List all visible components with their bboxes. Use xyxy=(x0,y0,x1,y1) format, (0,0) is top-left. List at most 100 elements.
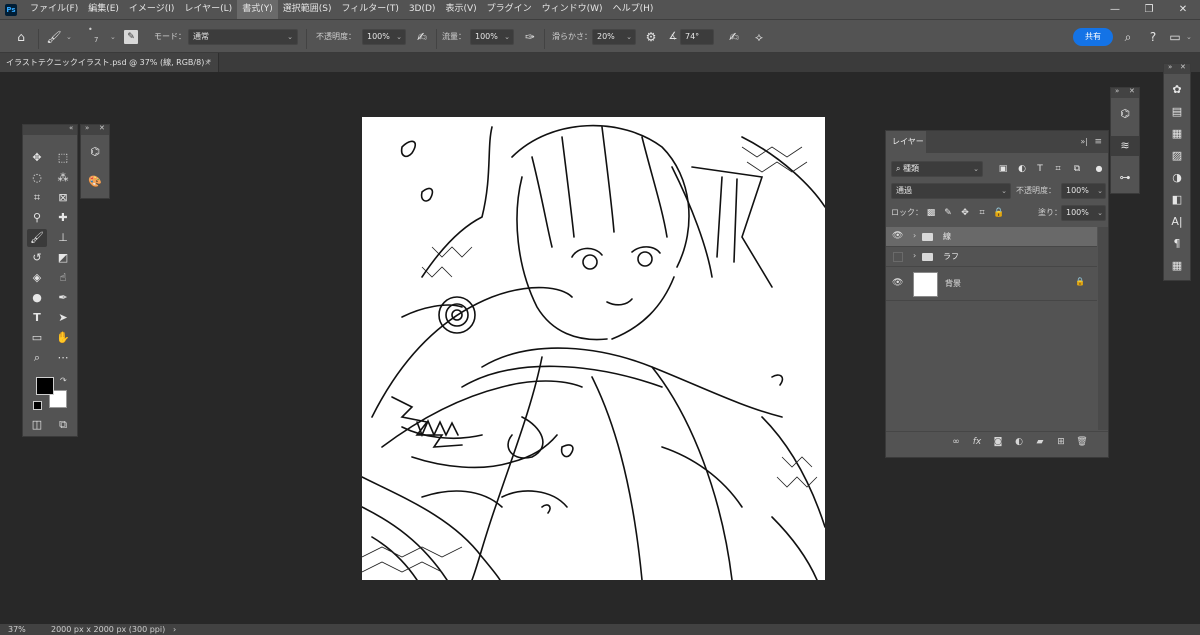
workspace-icon[interactable]: ▭ xyxy=(1166,29,1184,45)
menu-layer[interactable]: レイヤー(L) xyxy=(179,0,237,19)
canvas[interactable] xyxy=(362,117,825,580)
expand-icon[interactable]: » xyxy=(1115,87,1119,95)
eye-icon[interactable]: 👁 xyxy=(892,278,903,288)
fill-field[interactable]: 100% ⌄ xyxy=(1061,205,1106,221)
zoom-level[interactable]: 37% xyxy=(8,624,26,635)
pressure-size-icon[interactable]: ✍ xyxy=(725,29,743,45)
close-window-button[interactable]: ✕ xyxy=(1166,0,1200,19)
hand-tool-icon[interactable]: ✋ xyxy=(53,329,73,347)
menu-file[interactable]: ファイル(F) xyxy=(25,0,83,19)
close-icon[interactable]: ✕ xyxy=(1129,87,1135,95)
dodge-tool-icon[interactable]: ● xyxy=(27,289,47,307)
restore-button[interactable]: ❐ xyxy=(1132,0,1166,19)
filter-pixel-icon[interactable]: ▣ xyxy=(994,161,1012,177)
table-icon[interactable]: ▦ xyxy=(1164,256,1190,276)
healing-brush-tool-icon[interactable]: ✚ xyxy=(53,209,73,227)
default-colors-icon[interactable] xyxy=(33,401,42,410)
document-tab[interactable]: イラストテクニックイラスト.psd @ 37% (線, RGB/8) * × xyxy=(0,53,219,72)
opacity-field[interactable]: 100% ⌄ xyxy=(362,29,406,45)
panel-menu-icon[interactable]: ≡ xyxy=(1094,131,1102,153)
pressure-opacity-icon[interactable]: ✍ xyxy=(413,29,431,45)
filter-shape-icon[interactable]: ⌗ xyxy=(1049,161,1067,177)
history-brush-tool-icon[interactable]: ↺ xyxy=(27,249,47,267)
lasso-tool-icon[interactable]: ◌ xyxy=(27,169,47,187)
type-tool-icon[interactable]: T xyxy=(27,309,47,327)
brush-tool-preset-icon[interactable]: 🖌 xyxy=(45,29,63,45)
chevron-down-icon[interactable]: ⌄ xyxy=(66,33,72,41)
path-selection-tool-icon[interactable]: ➤ xyxy=(53,309,73,327)
close-icon[interactable]: ✕ xyxy=(1180,63,1186,71)
brush-settings-icon[interactable]: ⌬ xyxy=(81,142,109,162)
panel-dock-header[interactable]: » ✕ xyxy=(1111,87,1139,98)
tools-panel-header[interactable]: « xyxy=(23,124,77,135)
foreground-color-swatch[interactable] xyxy=(36,377,54,395)
collapse-icon[interactable]: « xyxy=(69,124,73,132)
lock-transparent-icon[interactable]: ▩ xyxy=(922,205,940,221)
panel-dock-header[interactable]: » ✕ xyxy=(1164,63,1190,74)
new-layer-icon[interactable]: ⊞ xyxy=(1054,437,1068,447)
close-icon[interactable]: × xyxy=(204,53,211,72)
symmetry-butterfly-icon[interactable]: ⟡ xyxy=(750,29,768,45)
home-icon[interactable]: ⌂ xyxy=(12,29,30,45)
swap-colors-icon[interactable]: ↷ xyxy=(60,376,67,385)
menu-plugins[interactable]: プラグイン xyxy=(482,0,537,19)
flow-field[interactable]: 100% ⌄ xyxy=(470,29,514,45)
paragraph-icon[interactable]: ¶ xyxy=(1164,234,1190,254)
brush-settings-icon[interactable]: ⌬ xyxy=(1111,104,1139,124)
link-layers-icon[interactable]: ∞ xyxy=(949,437,963,447)
mode-select[interactable]: 通常 ⌄ xyxy=(188,29,298,45)
rectangle-tool-icon[interactable]: ▭ xyxy=(27,329,47,347)
lock-artboard-icon[interactable]: ⌗ xyxy=(973,205,991,221)
minimize-button[interactable]: — xyxy=(1098,0,1132,19)
magic-wand-tool-icon[interactable]: ⁂ xyxy=(53,169,73,187)
chevron-right-icon[interactable]: › xyxy=(173,624,176,635)
visibility-toggle[interactable] xyxy=(893,252,903,262)
collapse-icon[interactable]: »| xyxy=(1080,131,1088,153)
zoom-tool-icon[interactable]: ⌕ xyxy=(27,349,47,367)
menu-3d[interactable]: 3D(D) xyxy=(404,0,441,19)
layer-filter-select[interactable]: ⌕ 種類 ⌄ xyxy=(891,161,983,177)
adjustment-layer-icon[interactable]: ◐ xyxy=(1012,437,1026,447)
pen-tool-icon[interactable]: ✒ xyxy=(53,289,73,307)
expand-icon[interactable]: » xyxy=(85,124,89,132)
more-tools-icon[interactable]: ⋯ xyxy=(53,349,73,367)
screen-mode-icon[interactable]: ⧉ xyxy=(53,416,73,434)
filter-smart-object-icon[interactable]: ⧉ xyxy=(1068,161,1086,177)
brush-dot-icon[interactable]: • xyxy=(88,22,93,38)
share-button[interactable]: 共有 xyxy=(1073,28,1113,46)
menu-window[interactable]: ウィンドウ(W) xyxy=(537,0,608,19)
help-icon[interactable]: ? xyxy=(1144,29,1162,45)
smoothing-field[interactable]: 20% ⌄ xyxy=(592,29,636,45)
trash-icon[interactable]: 🗑 xyxy=(1075,437,1089,447)
lock-all-icon[interactable]: 🔒 xyxy=(990,205,1008,221)
brush-tool-icon[interactable]: 🖌 xyxy=(27,229,47,247)
frame-tool-icon[interactable]: ⊠ xyxy=(53,189,73,207)
scrollbar[interactable] xyxy=(1098,227,1108,430)
layer-row-line[interactable]: 👁 › 線 xyxy=(886,227,1097,247)
crop-tool-icon[interactable]: ⌗ xyxy=(27,189,47,207)
tab-layers[interactable]: レイヤー xyxy=(886,131,926,153)
quick-mask-icon[interactable]: ◫ xyxy=(27,416,47,434)
layer-row-rough[interactable]: › ラフ xyxy=(886,247,1097,267)
new-group-icon[interactable]: ▰ xyxy=(1033,437,1047,447)
menu-select[interactable]: 選択範囲(S) xyxy=(278,0,337,19)
filter-adjustment-icon[interactable]: ◐ xyxy=(1013,161,1031,177)
brush-settings-panel-icon[interactable]: ✎ xyxy=(124,30,138,44)
brushes-palette-icon[interactable]: 🎨 xyxy=(81,172,109,192)
menu-edit[interactable]: 編集(E) xyxy=(83,0,124,19)
add-mask-icon[interactable]: ◙ xyxy=(991,437,1005,447)
menu-view[interactable]: 表示(V) xyxy=(440,0,481,19)
properties-icon[interactable]: ⊶ xyxy=(1111,168,1139,188)
airbrush-icon[interactable]: ✑ xyxy=(521,29,539,45)
tool-dock-header[interactable]: » ✕ xyxy=(81,124,109,135)
adjustments-icon[interactable]: ◑ xyxy=(1164,168,1190,188)
brush-picker-chevron-icon[interactable]: ⌄ xyxy=(110,33,116,41)
patterns-icon[interactable]: ◧ xyxy=(1164,190,1190,210)
move-tool-icon[interactable]: ✥ xyxy=(27,149,47,167)
expand-icon[interactable]: » xyxy=(1168,63,1172,71)
character-icon[interactable]: A| xyxy=(1164,212,1190,232)
search-icon[interactable]: ⌕ xyxy=(1119,29,1137,45)
color-icon[interactable]: ✿ xyxy=(1164,80,1190,100)
menu-type[interactable]: 書式(Y) xyxy=(237,0,278,19)
brush-angle-field[interactable]: 74° xyxy=(680,29,714,45)
